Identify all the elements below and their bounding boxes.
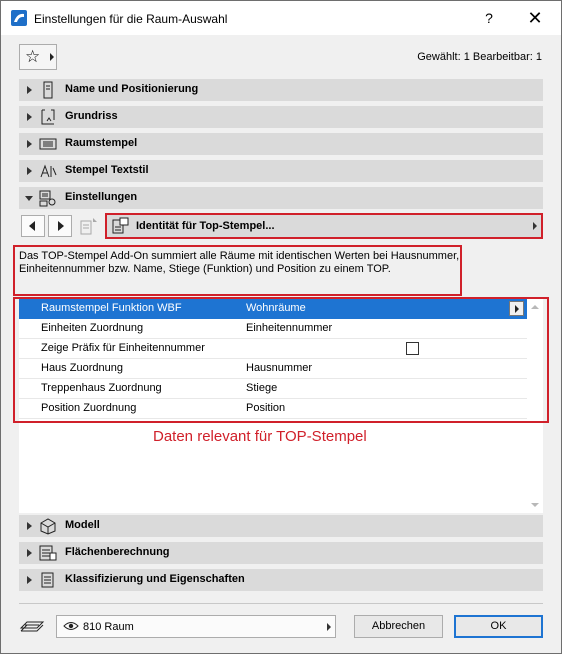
section-label: Modell: [65, 519, 100, 531]
section-label: Grundriss: [65, 110, 118, 122]
previous-panel-button[interactable]: [21, 215, 45, 237]
arrow-left-icon: [29, 221, 35, 231]
cancel-button[interactable]: Abbrechen: [354, 615, 443, 638]
expand-arrow-icon: [27, 549, 32, 557]
model-icon: [40, 518, 56, 535]
close-button[interactable]: ✕: [517, 5, 553, 31]
floorplan-icon: [41, 109, 55, 125]
expand-arrow-icon: [27, 167, 32, 175]
section-label: Flächenberechnung: [65, 546, 170, 558]
section-stamp-text-style[interactable]: Stempel Textstil: [19, 160, 543, 182]
panel-tools-icon: [80, 218, 97, 235]
expand-arrow-icon: [27, 113, 32, 121]
section-model[interactable]: Modell: [19, 515, 543, 537]
section-label: Einstellungen: [65, 191, 138, 203]
scroll-down-icon[interactable]: [531, 503, 539, 507]
chevron-right-icon: [50, 53, 54, 61]
dialog-window: Einstellungen für die Raum-Auswahl ? ✕ ☆…: [0, 0, 562, 654]
expand-arrow-icon: [27, 576, 32, 584]
layer-dropdown[interactable]: 810 Raum: [56, 615, 336, 638]
ok-button[interactable]: OK: [454, 615, 543, 638]
section-label: Name und Positionierung: [65, 83, 199, 95]
classification-icon: [41, 572, 54, 588]
expand-arrow-icon: [27, 86, 32, 94]
name-position-icon: [43, 81, 53, 99]
window-title: Einstellungen für die Raum-Auswahl: [34, 12, 228, 26]
favorites-button[interactable]: ☆: [19, 44, 57, 70]
section-label: Stempel Textstil: [65, 164, 149, 176]
layer-icon: [19, 621, 45, 632]
collapse-arrow-icon: [25, 196, 33, 201]
table-highlight-frame: [13, 297, 549, 423]
section-settings[interactable]: Einstellungen: [19, 187, 543, 209]
eye-icon: [63, 622, 79, 630]
selection-info: Gewählt: 1 Bearbeitbar: 1: [417, 51, 542, 63]
star-icon: ☆: [25, 47, 41, 66]
panel-selector-label: Identität für Top-Stempel...: [136, 220, 275, 232]
zone-stamp-icon: [39, 138, 57, 150]
footer-divider: [19, 603, 543, 604]
chevron-right-icon: [533, 222, 537, 230]
section-classification[interactable]: Klassifizierung und Eigenschaften: [19, 569, 543, 591]
text-style-icon: [40, 164, 57, 178]
title-bar: Einstellungen für die Raum-Auswahl ? ✕: [1, 1, 561, 35]
annotation-text: Daten relevant für TOP-Stempel: [153, 428, 367, 445]
archicad-app-icon: [11, 10, 27, 26]
chevron-right-icon: [327, 623, 331, 631]
addon-description: Das TOP-Stempel Add-On summiert alle Räu…: [13, 245, 462, 296]
layer-name: 810 Raum: [83, 621, 134, 633]
help-button[interactable]: ?: [471, 5, 507, 31]
panel-selector-dropdown[interactable]: Identität für Top-Stempel...: [105, 213, 543, 239]
section-label: Klassifizierung und Eigenschaften: [65, 573, 245, 585]
expand-arrow-icon: [27, 522, 32, 530]
section-zone-stamp[interactable]: Raumstempel: [19, 133, 543, 155]
next-panel-button[interactable]: [48, 215, 72, 237]
section-name-positioning[interactable]: Name und Positionierung: [19, 79, 543, 101]
arrow-right-icon: [58, 221, 64, 231]
section-label: Raumstempel: [65, 137, 138, 149]
section-area-calculation[interactable]: Flächenberechnung: [19, 542, 543, 564]
section-floorplan[interactable]: Grundriss: [19, 106, 543, 128]
id-stamp-icon: [112, 217, 129, 234]
area-calc-icon: [39, 545, 57, 561]
expand-arrow-icon: [27, 140, 32, 148]
settings-icon: [39, 190, 56, 207]
